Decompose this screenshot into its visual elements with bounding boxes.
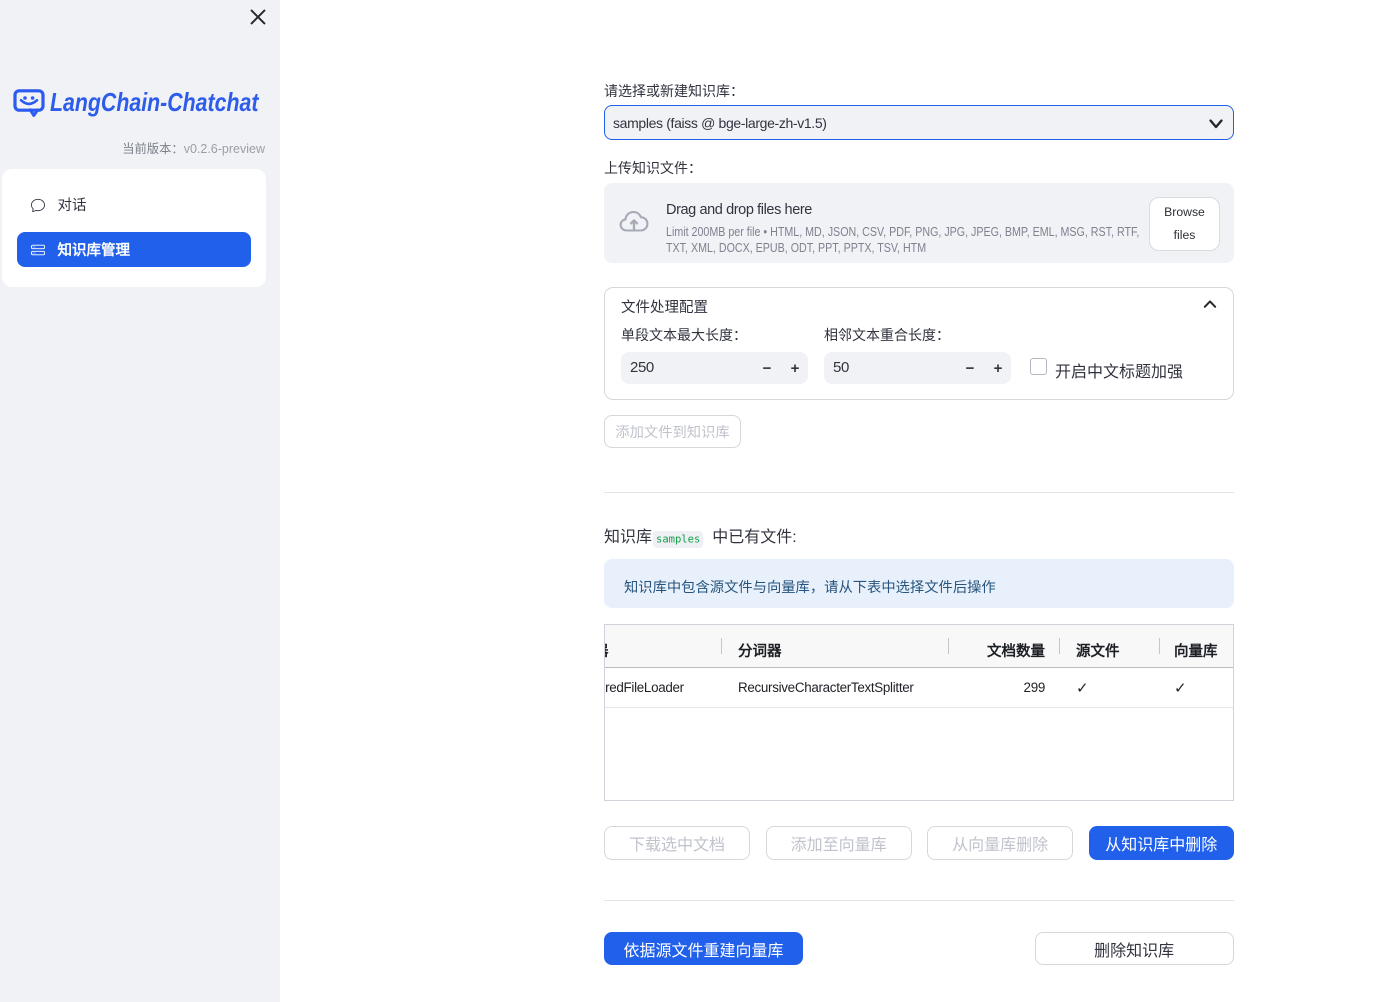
col-header-docs-count[interactable]: 文档数量 — [987, 640, 1045, 661]
column-separator — [1159, 638, 1160, 654]
version-label: 当前版本： — [122, 142, 184, 156]
column-separator — [1059, 638, 1060, 654]
add-files-to-kb-button[interactable]: 添加文件到知识库 — [604, 415, 741, 448]
kb-files-table[interactable]: 文档加载器 分词器 文档数量 源文件 向量库 UnstructuredFileL… — [604, 624, 1234, 801]
expander-title: 文件处理配置 — [621, 299, 708, 316]
kb-files-suffix: 中已有文件: — [712, 529, 797, 546]
delete-from-kb-button[interactable]: 从知识库中删除 — [1088, 826, 1234, 860]
chat-icon — [30, 198, 45, 212]
logo-text: LangChain-Chatchat — [50, 87, 259, 117]
sidebar-item-label: 对话 — [57, 198, 87, 214]
chevron-up-icon — [1203, 300, 1217, 308]
col-header-loader[interactable]: 文档加载器 — [605, 640, 609, 661]
cell-in-db-check: ✓ — [1174, 680, 1187, 697]
add-to-vector-store-button[interactable]: 添加至向量库 — [765, 826, 912, 860]
file-config-expander: 文件处理配置 单段文本最大长度： 相邻文本重合长度： 250 − + 50 − … — [604, 287, 1234, 400]
zh-title-enhance-label: 开启中文标题加强 — [1055, 364, 1184, 381]
zh-title-enhance-checkbox[interactable] — [1030, 358, 1047, 375]
browse-files-label: files — [1173, 228, 1196, 242]
chunk-size-input[interactable]: 250 − + — [621, 352, 808, 384]
kb-select-label: 请选择或新建知识库： — [604, 83, 744, 99]
overlap-size-value: 50 — [833, 359, 849, 376]
app-logo: LangChain-Chatchat — [13, 88, 267, 118]
cell-loader: UnstructuredFileLoader — [605, 680, 684, 695]
column-separator — [721, 638, 722, 654]
delete-from-vector-store-button[interactable]: 从向量库删除 — [927, 826, 1074, 860]
sidebar-item-dialogue[interactable]: 对话 — [17, 187, 251, 222]
overlap-size-label: 相邻文本重合长度： — [824, 327, 950, 343]
overlap-plus-button[interactable]: + — [985, 352, 1011, 384]
dropzone-limit-text: Limit 200MB per file • HTML, MD, JSON, C… — [666, 225, 1140, 239]
cell-splitter: RecursiveCharacterTextSplitter — [738, 680, 914, 695]
kb-name-code: samples — [653, 530, 704, 548]
info-alert: 知识库中包含源文件与向量库，请从下表中选择文件后操作 — [604, 559, 1234, 608]
dropzone-title: Drag and drop files here — [666, 202, 812, 218]
divider — [604, 900, 1234, 901]
column-separator — [948, 638, 949, 654]
chunk-size-value: 250 — [630, 359, 654, 376]
chevron-down-icon — [1208, 118, 1223, 128]
delete-kb-button[interactable]: 删除知识库 — [1034, 932, 1234, 965]
col-header-splitter[interactable]: 分词器 — [738, 640, 782, 661]
chunk-minus-button[interactable]: − — [754, 352, 780, 384]
divider — [604, 492, 1234, 493]
cell-in-folder-check: ✓ — [1076, 680, 1089, 697]
sidebar-menu: 对话 知识库管理 — [2, 169, 266, 287]
kb-select-value: samples (faiss @ bge-large-zh-v1.5) — [613, 114, 827, 131]
sidebar: LangChain-Chatchat 当前版本：v0.2.6-preview 对… — [0, 0, 280, 1002]
browse-files-button[interactable]: Browse files — [1149, 197, 1220, 251]
chunk-size-label: 单段文本最大长度： — [621, 327, 747, 343]
hdd-stack-icon — [30, 243, 45, 257]
cell-docs-count: 299 — [1023, 680, 1046, 695]
expander-header[interactable]: 文件处理配置 — [605, 288, 1233, 329]
version-caption: 当前版本：v0.2.6-preview — [0, 139, 265, 157]
close-icon — [250, 9, 266, 25]
table-row[interactable]: UnstructuredFileLoader RecursiveCharacte… — [605, 668, 1233, 708]
chatchat-logo-icon — [13, 89, 45, 117]
dropzone-limit-text: TXT, XML, DOCX, EPUB, ODT, PPT, PPTX, TS… — [666, 241, 927, 255]
cloud-upload-icon — [619, 210, 649, 232]
close-sidebar-button[interactable] — [249, 8, 267, 26]
version-value: v0.2.6-preview — [183, 142, 265, 156]
kb-files-heading: 知识库 samples 中已有文件: — [604, 523, 797, 548]
col-header-in-db[interactable]: 向量库 — [1174, 640, 1218, 661]
col-header-in-folder[interactable]: 源文件 — [1076, 640, 1120, 661]
upload-label: 上传知识文件： — [604, 160, 702, 176]
overlap-size-input[interactable]: 50 − + — [824, 352, 1011, 384]
sidebar-item-label: 知识库管理 — [57, 243, 131, 259]
kb-select[interactable]: samples (faiss @ bge-large-zh-v1.5) — [604, 105, 1234, 140]
sidebar-item-knowledge-base[interactable]: 知识库管理 — [17, 232, 251, 267]
info-alert-text: 知识库中包含源文件与向量库，请从下表中选择文件后操作 — [624, 579, 996, 596]
browse-files-label: Browse — [1164, 205, 1205, 219]
table-header-row: 文档加载器 分词器 文档数量 源文件 向量库 — [605, 625, 1233, 668]
kb-files-prefix: 知识库 — [604, 529, 653, 546]
rebuild-vector-store-button[interactable]: 依据源文件重建向量库 — [604, 932, 803, 965]
chunk-plus-button[interactable]: + — [782, 352, 808, 384]
download-selected-button[interactable]: 下载选中文档 — [604, 826, 750, 860]
file-dropzone[interactable]: Drag and drop files here Limit 200MB per… — [604, 183, 1234, 263]
overlap-minus-button[interactable]: − — [957, 352, 983, 384]
